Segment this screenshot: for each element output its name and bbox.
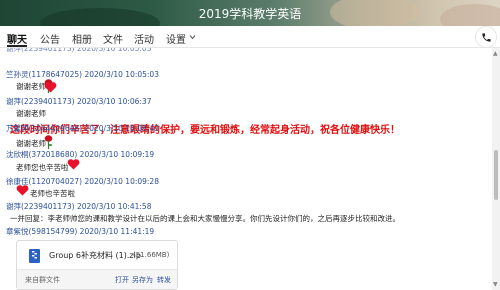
message-meta: 谢萍(2239401173) 2020/3/10 10:06:37 [6, 97, 152, 106]
message-meta: 谢萍(2239401173) 2020/3/10 10:41:58 [6, 202, 152, 211]
heart-icon [16, 185, 29, 196]
phone-button[interactable] [475, 26, 497, 48]
heart-icon [67, 159, 80, 170]
file-size: (51.66MB) [133, 251, 170, 259]
message-meta: 章紫悦(598154799) 2020/3/10 11:41:19 [6, 227, 155, 236]
message-meta: 沈欣桐(372018680) 2020/3/10 10:09:19 [6, 150, 155, 159]
phone-icon [482, 33, 491, 42]
message-text: 谢谢老师 [16, 139, 46, 148]
window-title: 2019学科教学英语 [198, 7, 302, 21]
file-card[interactable]: Group 6补充材料 (1).zip (51.66MB) 来自群文件 打开 另… [16, 240, 178, 290]
tab-album[interactable]: 相册 [72, 31, 92, 46]
heart-icon [44, 82, 57, 93]
chevron-down-icon[interactable] [189, 34, 196, 40]
message-text: 一并回复：李老师帅您的课和教学设计在以后的课上会和大家慢慢分享。你们先设计你们的… [10, 214, 400, 223]
scroll-down-icon[interactable]: ▼ [493, 281, 498, 288]
message-text: 老师您也辛苦啦 [16, 163, 69, 172]
tab-settings[interactable]: 设置 [166, 31, 186, 46]
zip-stripe-icon [32, 251, 37, 259]
chat-messages[interactable]: 谢萍(2239401173) 2020/3/10 10:05:03 竺孙灵(11… [0, 48, 492, 290]
file-footer: 来自群文件 打开 另存为 转发 [17, 269, 177, 289]
message-meta-partial: 谢萍(2239401173) 2020/3/10 10:05:03 [6, 48, 152, 53]
zip-file-icon [29, 249, 40, 263]
message-text: 谢谢老师 [16, 109, 46, 118]
open-file-button[interactable]: 打开 [115, 275, 129, 285]
tab-files[interactable]: 文件 [103, 31, 123, 46]
tab-activities[interactable]: 活动 [134, 31, 154, 46]
rose-icon [44, 135, 53, 149]
active-tab-indicator [7, 45, 27, 47]
file-name[interactable]: Group 6补充材料 (1).zip [49, 250, 141, 261]
message-text: 老师也辛苦啦 [30, 189, 75, 198]
message-text: 谢谢老师 [16, 82, 46, 91]
tab-bar: 聊天 公告 相册 文件 活动 设置 [0, 26, 500, 48]
message-meta: 万馨萍(1044429646) 2020/3/10 10:08:43 [6, 124, 159, 133]
scroll-up-icon[interactable]: ▲ [493, 50, 498, 57]
title-bar: 2019学科教学英语 [0, 0, 500, 26]
file-source: 来自群文件 [25, 276, 60, 284]
save-as-button[interactable]: 另存为 [132, 275, 153, 285]
tab-chat[interactable]: 聊天 [7, 31, 27, 46]
message-meta: 竺孙灵(1178647025) 2020/3/10 10:05:03 [6, 70, 159, 79]
forward-button[interactable]: 转发 [157, 275, 171, 285]
tab-announcements[interactable]: 公告 [40, 31, 60, 46]
scrollbar-thumb[interactable] [494, 150, 498, 200]
